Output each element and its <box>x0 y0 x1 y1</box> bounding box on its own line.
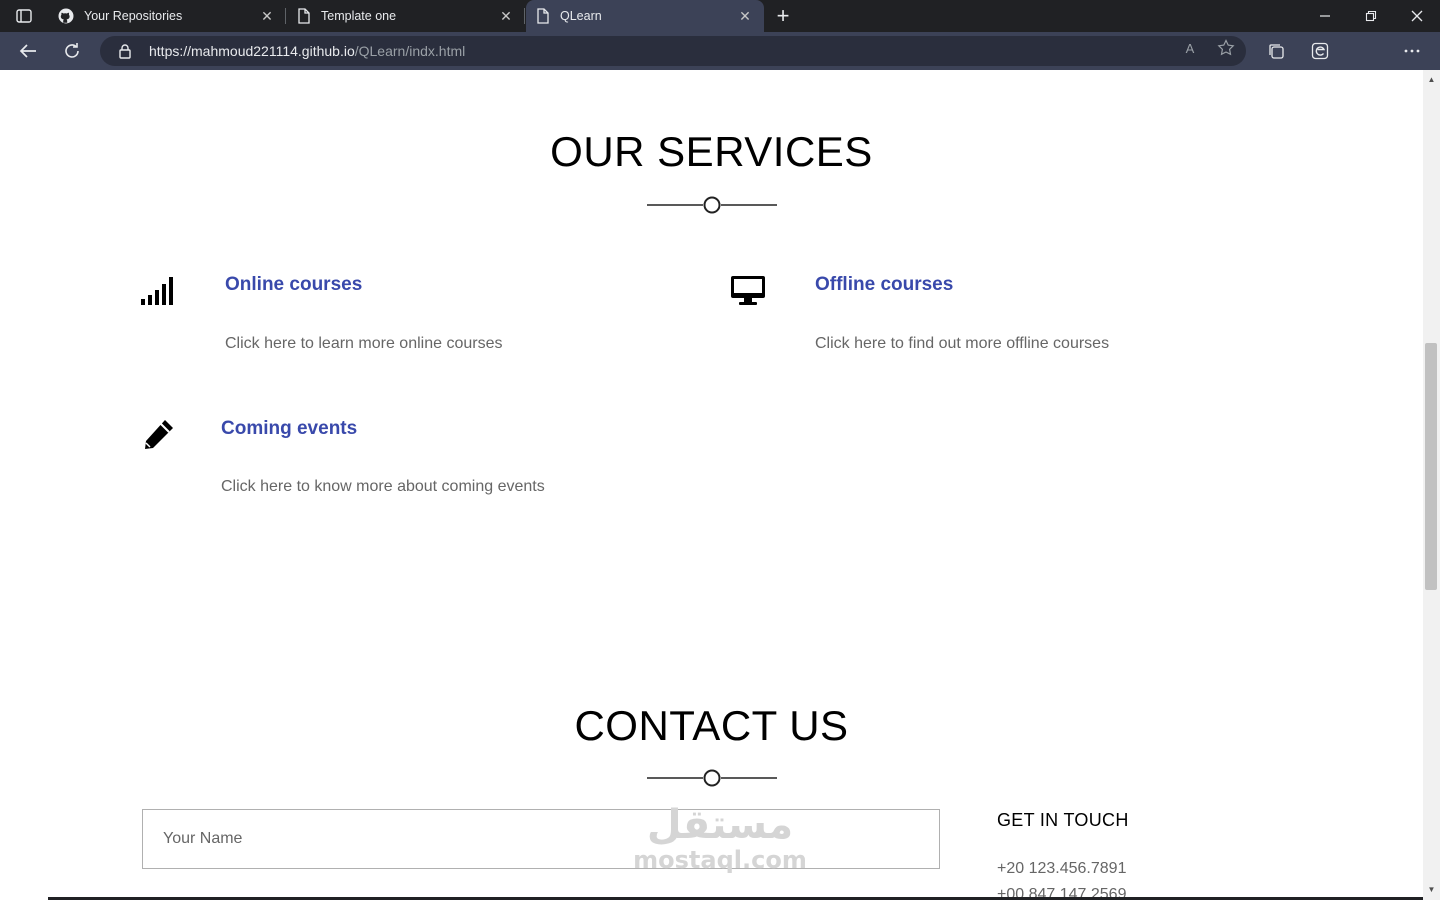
page-icon <box>297 8 311 24</box>
tab-title: Your Repositories <box>84 9 183 23</box>
signal-icon <box>140 274 176 308</box>
edge-browser-icon[interactable] <box>1306 38 1334 64</box>
desktop-icon <box>730 274 766 308</box>
collections-icon[interactable] <box>1262 38 1290 64</box>
tab-actions-icon[interactable] <box>10 5 38 27</box>
scroll-down-arrow-icon[interactable]: ▼ <box>1423 882 1440 896</box>
service-title-link[interactable]: Online courses <box>225 274 362 296</box>
service-description: Click here to learn more online courses <box>225 335 503 352</box>
page-icon <box>536 8 550 24</box>
url-host: https://mahmoud221114.github.io <box>149 43 355 59</box>
refresh-icon[interactable] <box>58 38 86 64</box>
tab-close-icon[interactable]: ✕ <box>258 8 276 25</box>
service-description: Click here to find out more offline cour… <box>815 335 1110 352</box>
tab-template-one[interactable]: Template one ✕ <box>287 0 525 32</box>
contact-title: CONTACT US <box>574 702 849 749</box>
read-aloud-icon[interactable]: A <box>1180 39 1200 57</box>
back-icon[interactable] <box>14 38 42 64</box>
page-viewport: OUR SERVICES Online courses Click here t… <box>0 70 1423 900</box>
tab-qlearn[interactable]: QLearn ✕ <box>526 0 764 32</box>
tab-close-icon[interactable]: ✕ <box>497 8 515 25</box>
lock-icon[interactable] <box>118 43 134 59</box>
restore-icon[interactable] <box>1348 0 1394 32</box>
page-scrollbar[interactable]: ▲ ▼ <box>1423 70 1440 900</box>
service-title-link[interactable]: Offline courses <box>815 274 953 296</box>
url-text[interactable]: https://mahmoud221114.github.io/QLearn/i… <box>149 43 465 59</box>
get-in-touch-heading: GET IN TOUCH <box>997 810 1129 830</box>
close-window-icon[interactable] <box>1394 0 1440 32</box>
contact-divider <box>647 769 777 787</box>
read-aloud-label: A <box>1185 40 1195 56</box>
new-tab-button[interactable]: + <box>770 3 796 29</box>
minimize-icon[interactable] <box>1302 0 1348 32</box>
services-title: OUR SERVICES <box>550 128 873 175</box>
phone-number: +20 123.456.7891 <box>997 860 1127 877</box>
tab-title: Template one <box>321 9 397 23</box>
tab-strip: Your Repositories ✕ Template one ✕ QLear… <box>0 0 1440 32</box>
your-name-input[interactable] <box>142 809 940 869</box>
scrollbar-thumb[interactable] <box>1425 343 1437 590</box>
tab-close-icon[interactable]: ✕ <box>736 8 754 25</box>
favorite-star-icon[interactable] <box>1216 39 1236 57</box>
url-path: /QLearn/indx.html <box>354 43 466 59</box>
services-divider <box>647 196 777 214</box>
more-menu-icon[interactable] <box>1398 38 1426 64</box>
browser-toolbar: https://mahmoud221114.github.io/QLearn/i… <box>0 32 1440 96</box>
scroll-up-arrow-icon[interactable]: ▲ <box>1423 72 1440 86</box>
address-bar[interactable]: https://mahmoud221114.github.io/QLearn/i… <box>100 36 1246 66</box>
tab-title: QLearn <box>560 9 602 23</box>
service-description: Click here to know more about coming eve… <box>221 478 545 495</box>
service-title-link[interactable]: Coming events <box>221 418 357 440</box>
github-icon <box>58 8 74 24</box>
pencil-icon <box>140 418 176 452</box>
tab-your-repositories[interactable]: Your Repositories ✕ <box>48 0 286 32</box>
